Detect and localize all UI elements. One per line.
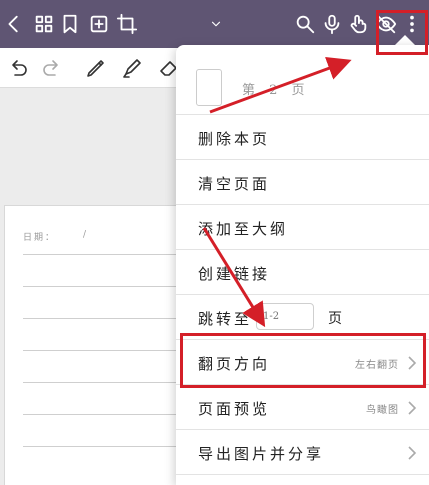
page-number-label: 第 2 页 bbox=[242, 83, 310, 98]
jump-suffix: 页 bbox=[328, 311, 342, 327]
ruled-line bbox=[23, 286, 193, 287]
menu-item-delete-page[interactable]: 删除本页 bbox=[176, 115, 429, 160]
redo-icon[interactable] bbox=[40, 56, 64, 80]
grid-icon[interactable] bbox=[32, 12, 56, 36]
menu-item-page-preview[interactable]: 页面预览 鸟瞰图 bbox=[176, 385, 429, 430]
ruled-line bbox=[23, 254, 193, 255]
search-icon[interactable] bbox=[293, 12, 317, 36]
mic-icon[interactable] bbox=[320, 12, 344, 36]
crop-icon[interactable] bbox=[115, 12, 139, 36]
menu-item-export-share[interactable]: 导出图片并分享 bbox=[176, 430, 429, 475]
jump-label: 跳转至 bbox=[198, 310, 253, 328]
ruled-line bbox=[23, 382, 193, 383]
page-header: 第 2 页 bbox=[176, 45, 429, 115]
ruled-line bbox=[23, 318, 193, 319]
highlighter-icon[interactable] bbox=[120, 56, 144, 80]
bookmark-icon[interactable] bbox=[58, 12, 82, 36]
page-thumbnail[interactable] bbox=[196, 69, 222, 106]
back-icon[interactable] bbox=[2, 12, 26, 36]
dropdown-icon[interactable] bbox=[204, 12, 228, 36]
menu-item-create-link[interactable]: 创建链接 bbox=[176, 250, 429, 295]
top-app-bar bbox=[0, 0, 429, 48]
menu-item-label: 创建链接 bbox=[198, 265, 271, 283]
menu-item-label: 清空页面 bbox=[198, 175, 271, 193]
highlight-box-flip-direction bbox=[180, 333, 426, 388]
menu-item-label: 页面预览 bbox=[198, 400, 271, 418]
chevron-right-icon bbox=[407, 400, 417, 415]
menu-item-clear-page[interactable]: 清空页面 bbox=[176, 160, 429, 205]
note-page[interactable]: 日期： / bbox=[4, 205, 204, 485]
undo-icon[interactable] bbox=[6, 56, 30, 80]
ruled-line bbox=[23, 414, 193, 415]
page-options-menu: 第 2 页 删除本页 清空页面 添加至大纲 创建链接 跳转至 页 翻页方向 左右… bbox=[176, 45, 429, 485]
ruled-line bbox=[23, 446, 193, 447]
menu-item-label: 添加至大纲 bbox=[198, 220, 289, 238]
menu-item-add-to-outline[interactable]: 添加至大纲 bbox=[176, 205, 429, 250]
menu-item-label: 导出图片并分享 bbox=[198, 445, 325, 463]
touch-icon[interactable] bbox=[346, 12, 370, 36]
pen-icon[interactable] bbox=[84, 56, 108, 80]
page-number-input[interactable] bbox=[256, 303, 314, 330]
preview-mode-value: 鸟瞰图 bbox=[366, 405, 399, 416]
add-page-icon[interactable] bbox=[87, 12, 111, 36]
date-separator: / bbox=[83, 230, 87, 240]
ruled-line bbox=[23, 350, 193, 351]
date-label: 日期： bbox=[23, 233, 57, 243]
menu-item-label: 删除本页 bbox=[198, 130, 271, 148]
highlight-box-more-button bbox=[376, 10, 428, 55]
chevron-right-icon bbox=[407, 445, 417, 460]
